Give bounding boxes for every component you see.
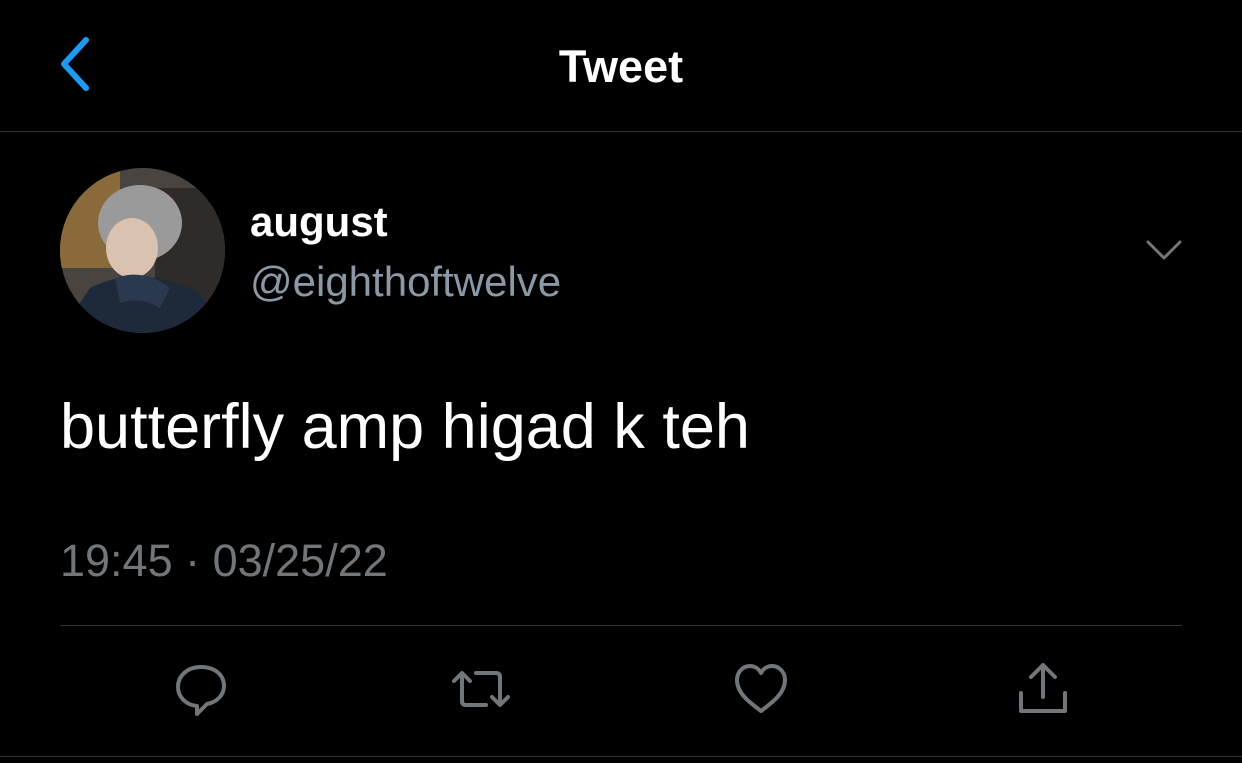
chevron-down-icon xyxy=(1144,238,1184,267)
tweet-text: butterfly amp higad k teh xyxy=(60,392,750,462)
heart-icon xyxy=(731,659,791,724)
author-handle[interactable]: @eighthoftwelve xyxy=(250,257,561,307)
share-icon xyxy=(1013,659,1073,724)
tweet-timestamp: 19:45 · 03/25/22 xyxy=(60,535,388,586)
share-button[interactable] xyxy=(1010,658,1076,724)
divider xyxy=(0,756,1242,757)
retweet-icon xyxy=(448,659,514,724)
navigation-header: Tweet xyxy=(0,0,1242,132)
avatar[interactable] xyxy=(60,168,225,333)
author-display-name[interactable]: august xyxy=(250,197,388,247)
divider xyxy=(60,625,1182,626)
reply-button[interactable] xyxy=(168,658,234,724)
page-title: Tweet xyxy=(558,41,684,92)
like-button[interactable] xyxy=(728,658,794,724)
more-options-button[interactable] xyxy=(1140,232,1188,272)
retweet-button[interactable] xyxy=(448,658,514,724)
comment-icon xyxy=(171,659,231,724)
